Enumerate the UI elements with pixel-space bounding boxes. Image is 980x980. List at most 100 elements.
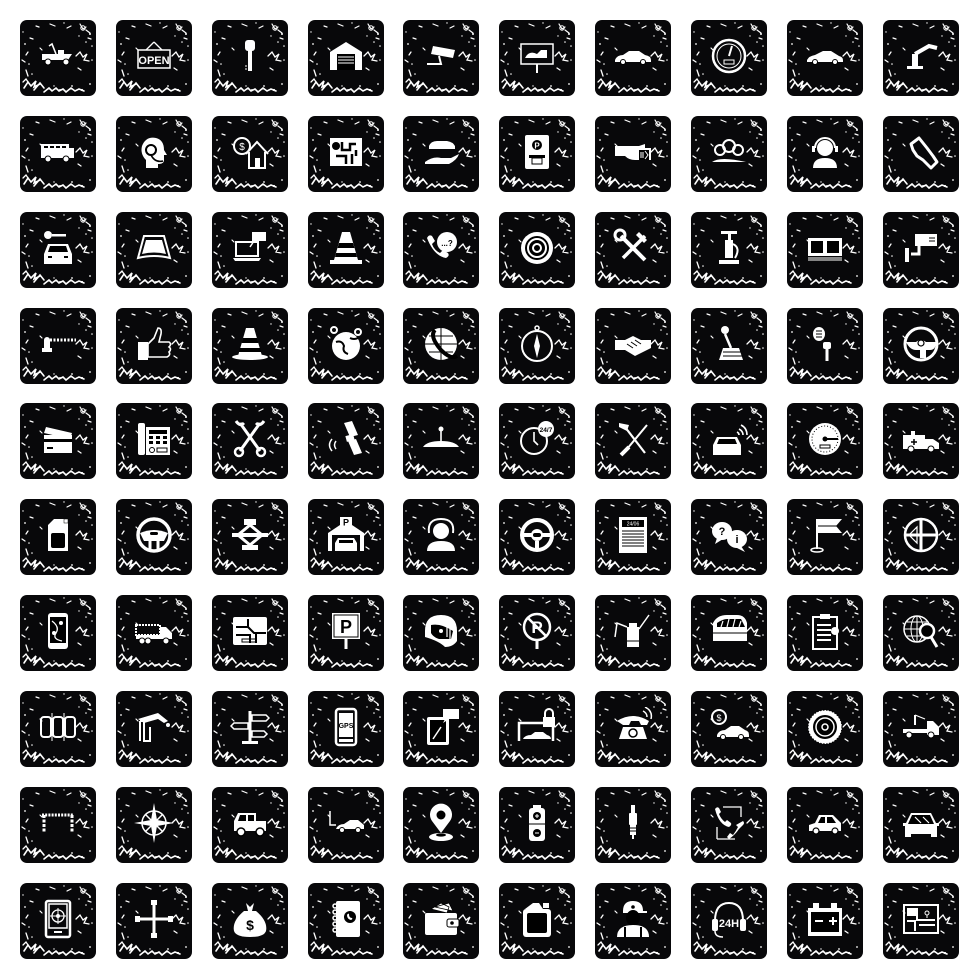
icon-tile-ambulance: Ambulance xyxy=(882,403,959,480)
icon-tile-flag: Flag xyxy=(786,499,863,576)
icon-tile-thumbs-up: Thumbs up xyxy=(115,307,192,384)
barrier-frame-icon xyxy=(42,813,74,833)
icon-tile-gps-device: GPSGPS device xyxy=(307,690,384,767)
icon-tile-laptop-chat: Laptop chat xyxy=(211,211,288,288)
jerrycan-icon xyxy=(523,902,552,937)
icon-tile-sport-steering-wheel: Sport steering wheel xyxy=(499,499,576,576)
svg-text:P: P xyxy=(535,141,541,150)
race-track-icon xyxy=(909,136,939,170)
svg-text:...?: ...? xyxy=(442,239,454,248)
icon-tile-car-door: Car door xyxy=(690,595,767,672)
car-jack-icon xyxy=(231,519,268,551)
icon-tile-hatchback: Hatchback xyxy=(786,786,863,863)
icon-tile-address-book: Address book xyxy=(307,882,384,959)
car-in-hand-icon xyxy=(425,140,460,164)
support-woman-icon xyxy=(811,136,838,168)
icon-tile-question-info: ?iQuestion and info xyxy=(690,499,767,576)
icon-tile-car-in-hand: Car insurance xyxy=(403,115,480,192)
calendar-shutter-icon: 24/06 xyxy=(619,517,648,554)
icon-tile-school-bus: Bus xyxy=(20,115,96,192)
icon-tile-house-price: $House price xyxy=(211,115,288,192)
city-map-icon xyxy=(232,617,267,646)
icon-tile-calendar-shutter: 24/06Shutter xyxy=(595,499,672,576)
icon-tile-parking-sign: PParking sign xyxy=(307,595,384,672)
icon-tile-team: Team xyxy=(690,115,767,192)
traffic-cone-large-icon xyxy=(231,327,268,360)
security-camera-icon xyxy=(427,46,456,65)
car-signal-icon xyxy=(712,424,748,456)
tow-billboard-icon xyxy=(520,43,554,73)
icon-tile-money-stack: Money stack xyxy=(786,211,863,288)
traffic-cone-icon xyxy=(329,231,362,264)
svg-text:?: ? xyxy=(719,526,726,538)
icon-tile-car-battery: Car battery xyxy=(786,882,863,959)
steering-wheel-icon xyxy=(903,326,939,362)
icon-tile-tablet-chat: Tablet chat xyxy=(403,690,480,767)
icon-tile-oil-can: Oil can xyxy=(595,595,672,672)
icon-tile-security-camera: Security camera xyxy=(403,20,480,96)
location-pin-icon xyxy=(429,803,454,841)
svg-text:i: i xyxy=(735,534,738,546)
parking-map-icon xyxy=(329,137,362,166)
icon-tile-clock-24-7: 24/724/7 service xyxy=(499,403,576,480)
phone-navigation-icon xyxy=(48,613,68,650)
parking-sign-icon: P xyxy=(331,613,360,650)
speedometer-icon xyxy=(711,38,747,74)
icon-tile-car-signal: Car signal xyxy=(690,403,767,480)
car-front-icon xyxy=(902,812,939,837)
gear-shift-icon xyxy=(718,325,743,360)
flag-icon xyxy=(810,519,842,553)
icon-tile-car-towing: Car towing xyxy=(307,786,384,863)
open-sign-icon: OPEN xyxy=(137,41,171,69)
svg-text:$: $ xyxy=(716,713,721,723)
svg-text:P: P xyxy=(343,518,349,528)
handshake-icon xyxy=(615,335,652,356)
icon-tile-cctv-camera: CCTV camera xyxy=(882,211,959,288)
icon-tile-fuel-nozzle: Fuel nozzle xyxy=(115,690,192,767)
icon-tile-headset-operator-head: Support operator xyxy=(115,115,192,192)
svg-text:P: P xyxy=(340,617,352,637)
icon-tile-locked-garage: Locked garage xyxy=(499,690,576,767)
icon-tile-compass: Compass xyxy=(499,307,576,384)
icon-tile-floor-plan: Floor plan xyxy=(882,882,959,959)
icon-tile-parking-lot: Parking lot xyxy=(20,690,96,767)
car-price-icon: $ xyxy=(710,708,749,740)
icon-tile-battery-cell: Battery xyxy=(499,786,576,863)
credit-cards-icon xyxy=(44,427,72,454)
parking-lot-icon xyxy=(40,712,76,741)
wind-rose-icon xyxy=(133,802,174,843)
icon-tile-helmet: Helmet xyxy=(403,595,480,672)
desk-phone-icon xyxy=(137,423,170,456)
icon-tile-key-fob: Key fob xyxy=(786,307,863,384)
svg-text:GPS: GPS xyxy=(338,723,353,730)
headset-24h-icon: 24H xyxy=(711,901,746,938)
icon-tile-headset-24h: 24H24h support xyxy=(690,882,767,959)
satellite-icon xyxy=(328,421,362,456)
icon-tile-spark-plug: Spark plug xyxy=(595,786,672,863)
icon-tile-navigation-compass: Navigation xyxy=(882,499,959,576)
icon-tile-barrier-frame: Barrier xyxy=(20,786,96,863)
wheel-rim-icon xyxy=(521,231,554,264)
icon-tile-signpost: Signpost xyxy=(211,690,288,767)
crossed-wrenches-icon xyxy=(233,420,266,458)
oil-canister-icon xyxy=(48,519,69,552)
mechanic-icon xyxy=(617,900,650,937)
money-bag-icon: $ xyxy=(233,902,266,937)
icon-tile-globe-search: Global search xyxy=(882,595,959,672)
icon-tile-windshield: Windshield xyxy=(115,211,192,288)
phone-exchange-icon xyxy=(714,806,744,840)
globe-search-icon xyxy=(902,615,938,648)
icon-tile-wallet: Wallet xyxy=(403,882,480,959)
icon-tile-crossed-wrenches: Crossed wrenches xyxy=(211,403,288,480)
icon-tile-handshake: Handshake xyxy=(595,307,672,384)
icon-tile-car-key: Car key xyxy=(211,20,288,96)
icon-tile-car-price: $Car price xyxy=(690,690,767,767)
icon-tile-oil-canister: Oil canister xyxy=(20,499,96,576)
icon-tile-parking-ticket-machine: PParking machine xyxy=(499,115,576,192)
svg-text:24H: 24H xyxy=(719,918,739,930)
icon-tile-no-parking: PNo parking xyxy=(499,595,576,672)
barrier-gate-icon xyxy=(42,336,76,352)
icon-tile-desk-phone: Desk phone xyxy=(115,403,192,480)
dump-truck-icon xyxy=(134,624,172,645)
tow-truck-icon xyxy=(42,42,72,66)
